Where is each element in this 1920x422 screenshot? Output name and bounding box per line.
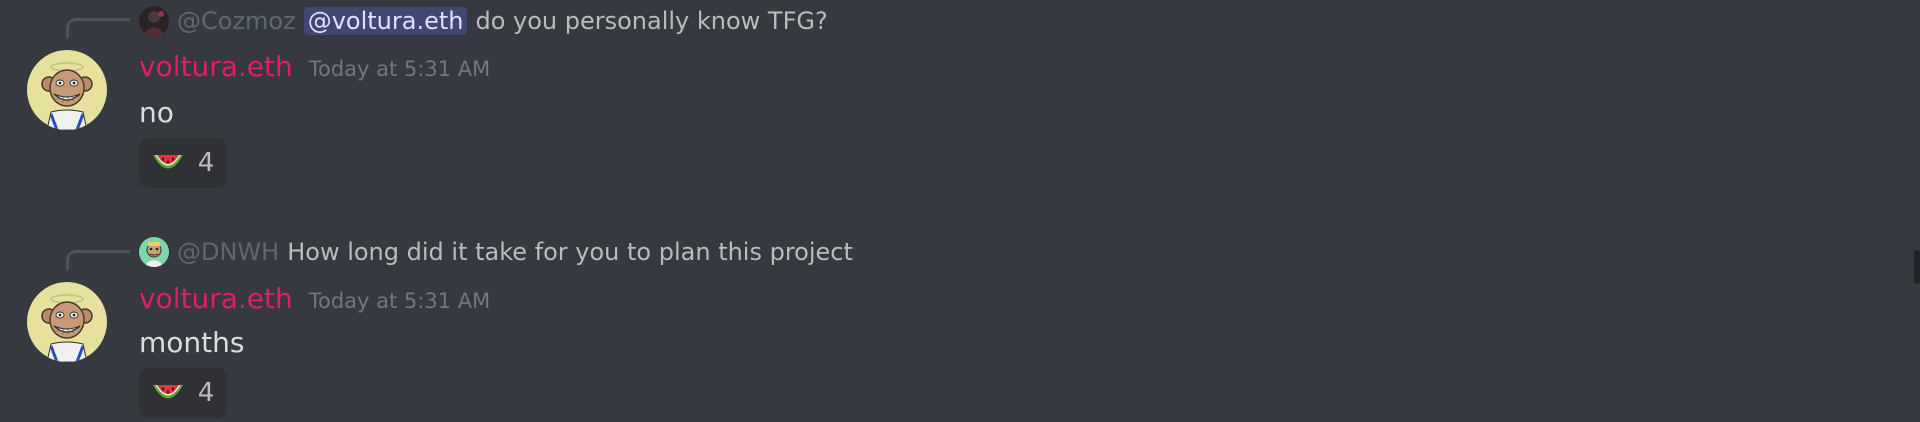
- message-content: no: [139, 96, 174, 129]
- reply-avatar[interactable]: [139, 237, 169, 267]
- message-header: voltura.eth Today at 5:31 AM: [139, 282, 490, 315]
- message-header: voltura.eth Today at 5:31 AM: [139, 50, 490, 83]
- scrollbar[interactable]: [1914, 250, 1920, 284]
- message-content: months: [139, 326, 245, 359]
- reply-author[interactable]: @DNWH: [177, 238, 279, 266]
- reply-text[interactable]: How long did it take for you to plan thi…: [287, 238, 853, 266]
- reply-preview[interactable]: @Cozmoz @voltura.eth do you personally k…: [139, 4, 828, 38]
- reaction-button[interactable]: 4: [139, 138, 227, 188]
- avatar[interactable]: [27, 50, 107, 130]
- timestamp[interactable]: Today at 5:31 AM: [309, 57, 491, 81]
- watermelon-icon: [152, 382, 184, 404]
- chat-messages: @Cozmoz @voltura.eth do you personally k…: [0, 0, 1920, 422]
- reaction-button[interactable]: 4: [139, 368, 227, 418]
- watermelon-icon: [152, 152, 184, 174]
- reply-preview[interactable]: @DNWH How long did it take for you to pl…: [139, 235, 853, 269]
- message-group: @Cozmoz @voltura.eth do you personally k…: [0, 0, 1900, 200]
- reaction-count: 4: [197, 378, 215, 408]
- reply-text[interactable]: do you personally know TFG?: [475, 7, 827, 35]
- username[interactable]: voltura.eth: [139, 282, 293, 315]
- timestamp[interactable]: Today at 5:31 AM: [309, 289, 491, 313]
- reply-connector: [66, 250, 130, 270]
- reaction-count: 4: [197, 148, 215, 178]
- username[interactable]: voltura.eth: [139, 50, 293, 83]
- reply-connector: [66, 18, 130, 38]
- reply-author[interactable]: @Cozmoz: [177, 7, 296, 35]
- mention[interactable]: @voltura.eth: [303, 7, 468, 35]
- message-group: @DNWH How long did it take for you to pl…: [0, 230, 1900, 422]
- reply-avatar[interactable]: [139, 6, 169, 36]
- avatar[interactable]: [27, 282, 107, 362]
